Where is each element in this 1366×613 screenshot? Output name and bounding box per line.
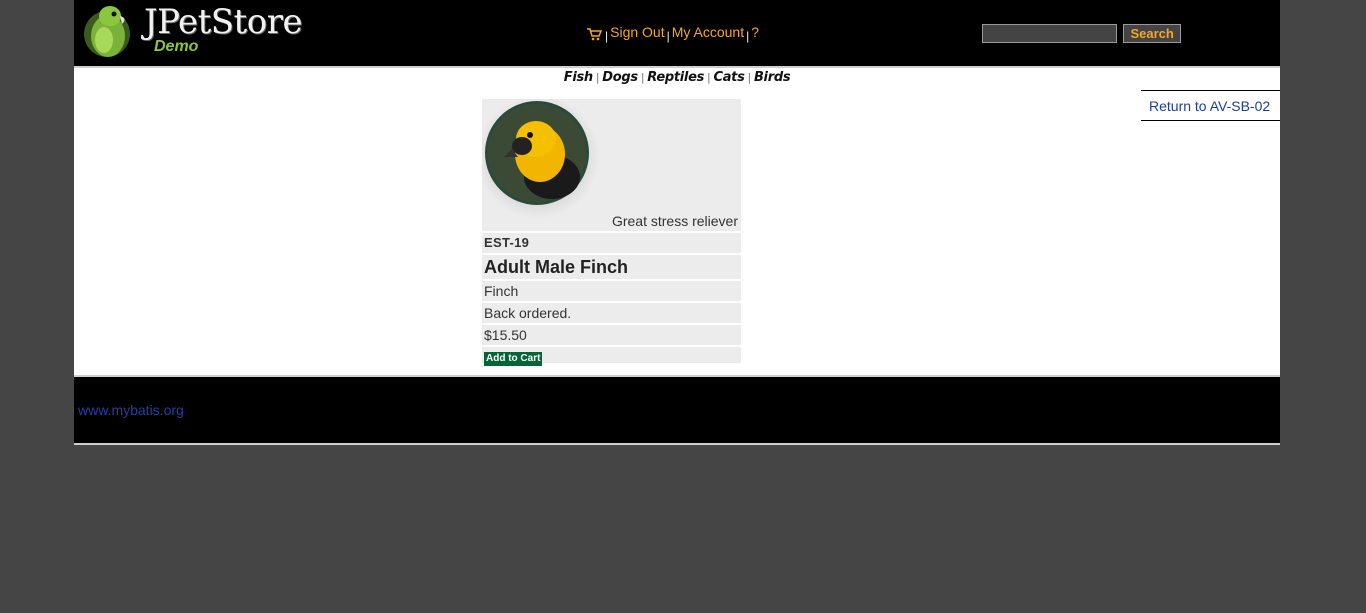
quicklink-dogs[interactable]: Dogs	[602, 70, 638, 85]
quicklink-separator: |	[640, 71, 645, 84]
menu-separator: |	[746, 29, 750, 43]
quicklink-separator: |	[707, 71, 711, 84]
logo[interactable]: JPetStore Demo	[82, 2, 303, 60]
cart-icon[interactable]	[586, 27, 603, 44]
add-to-cart-cell: Add to Cart	[482, 347, 741, 366]
item-table: Great stress reliever EST-19 Adult Male …	[482, 99, 741, 366]
header: JPetStore Demo | Sign Out | My Account |? Se…	[74, 0, 1280, 68]
search-button[interactable]: Search	[1123, 24, 1181, 43]
content: Fish | Dogs | Reptiles | Cats | Birds Return to …	[74, 68, 1280, 377]
return-link[interactable]: Return to AV-SB-02	[1149, 98, 1270, 114]
finch-image	[482, 99, 600, 219]
quicklinks: Fish | Dogs | Reptiles | Cats | Birds	[74, 70, 1280, 85]
quicklink-separator: |	[747, 71, 752, 84]
item-caption: Great stress reliever	[611, 213, 738, 229]
return-panel: Return to AV-SB-02	[1141, 90, 1280, 121]
mybatis-link[interactable]: www.mybatis.org	[78, 402, 184, 418]
item-price: $15.50	[482, 325, 741, 345]
my-account-link[interactable]: My Account	[672, 24, 744, 40]
sign-out-link[interactable]: Sign Out	[610, 24, 664, 40]
quicklink-cats[interactable]: Cats	[713, 70, 744, 85]
item-image-cell: Great stress reliever	[482, 99, 741, 231]
quicklink-fish[interactable]: Fish	[564, 70, 593, 85]
item-stock-status: Back ordered.	[482, 303, 741, 323]
search-form: Search	[982, 24, 1181, 43]
header-menu: | Sign Out | My Account |?	[586, 24, 759, 44]
help-link[interactable]: ?	[751, 24, 759, 40]
item-description: Finch	[482, 281, 741, 301]
menu-separator: |	[666, 29, 670, 43]
logo-title: JPetStore	[144, 2, 303, 42]
quicklink-separator: |	[595, 71, 600, 84]
item-name: Adult Male Finch	[482, 255, 741, 279]
menu-separator: |	[605, 29, 609, 43]
parrot-logo-icon	[84, 6, 130, 57]
quicklink-reptiles[interactable]: Reptiles	[647, 70, 704, 85]
footer: www.mybatis.org	[74, 377, 1280, 445]
item-id: EST-19	[482, 233, 741, 253]
quicklink-birds[interactable]: Birds	[754, 70, 791, 85]
add-to-cart-button[interactable]: Add to Cart	[484, 352, 543, 366]
logo-subtitle: Demo	[154, 38, 199, 55]
page-wrapper: JPetStore Demo | Sign Out | My Account |? Se…	[74, 0, 1280, 445]
search-input[interactable]	[982, 24, 1117, 43]
